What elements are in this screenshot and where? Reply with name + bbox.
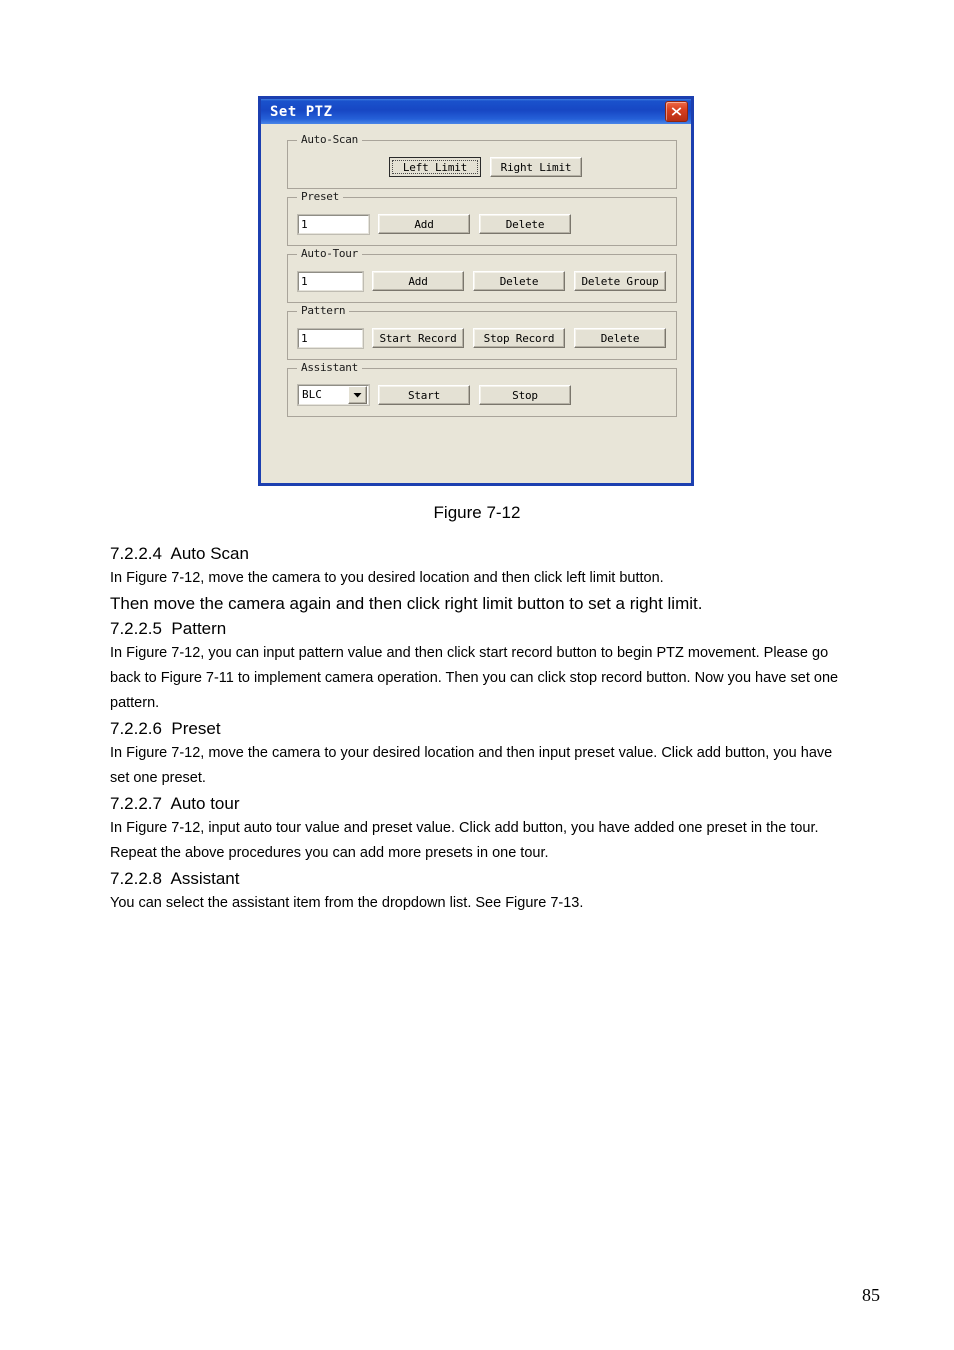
section-pattern: 7.2.2.5 Pattern In Figure 7-12, you can …	[110, 616, 840, 716]
preset-controls: 1 Add Delete	[297, 213, 666, 235]
section-preset: 7.2.2.6 Preset In Figure 7-12, move the …	[110, 716, 840, 791]
preset-value-input[interactable]: 1	[297, 213, 370, 235]
section-paragraph: You can select the assistant item from t…	[110, 895, 584, 911]
auto-scan-controls: Left Limit Right Limit	[298, 157, 666, 177]
preset-delete-button[interactable]: Delete	[479, 214, 571, 234]
assistant-dropdown-value: BLC	[302, 388, 322, 401]
section-paragraph: Repeat the above procedures you can add …	[110, 845, 549, 861]
section-heading: 7.2.2.4 Auto Scan	[110, 544, 249, 563]
assistant-start-button[interactable]: Start	[378, 385, 470, 405]
preset-add-button[interactable]: Add	[378, 214, 470, 234]
group-label-auto-scan: Auto-Scan	[297, 133, 362, 146]
group-preset: Preset 1 Add Delete	[287, 190, 677, 246]
assistant-dropdown[interactable]: BLC	[297, 384, 370, 406]
close-button[interactable]	[665, 101, 688, 122]
dialog-titlebar[interactable]: Set PTZ	[261, 99, 691, 124]
figure-caption: Figure 7-12	[433, 503, 521, 522]
group-label-preset: Preset	[297, 190, 343, 203]
section-heading: 7.2.2.5 Pattern	[110, 619, 227, 638]
auto-tour-value-input[interactable]: 1	[297, 270, 364, 292]
left-limit-button[interactable]: Left Limit	[389, 157, 481, 177]
group-pattern: Pattern 1 Start Record Stop Record Delet…	[287, 304, 677, 360]
assistant-stop-button[interactable]: Stop	[479, 385, 571, 405]
chevron-down-icon	[353, 393, 362, 398]
group-label-assistant: Assistant	[297, 361, 362, 374]
section-assistant: 7.2.2.8 Assistant You can select the ass…	[110, 866, 840, 916]
group-assistant: Assistant BLC Start Stop	[287, 361, 677, 417]
section-heading: 7.2.2.8 Assistant	[110, 869, 240, 888]
dialog-frame: Set PTZ Auto-Scan Left Limit Right Limit…	[258, 96, 694, 486]
group-label-pattern: Pattern	[297, 304, 350, 317]
group-auto-tour: Auto-Tour 1 Add Delete Delete Group	[287, 247, 677, 303]
auto-tour-controls: 1 Add Delete Delete Group	[297, 270, 666, 292]
dialog-body: Auto-Scan Left Limit Right Limit Preset …	[261, 124, 691, 435]
section-heading: 7.2.2.7 Auto tour	[110, 794, 240, 813]
group-label-auto-tour: Auto-Tour	[297, 247, 362, 260]
assistant-dropdown-arrow[interactable]	[348, 386, 367, 404]
section-paragraph: In Figure 7-12, move the camera to you d…	[110, 570, 664, 586]
page-number: 85	[862, 1285, 880, 1305]
section-paragraph: In Figure 7-12, input auto tour value an…	[110, 820, 819, 836]
pattern-stop-record-button[interactable]: Stop Record	[473, 328, 565, 348]
right-limit-button[interactable]: Right Limit	[490, 157, 582, 177]
pattern-delete-button[interactable]: Delete	[574, 328, 666, 348]
dialog-title: Set PTZ	[270, 103, 333, 120]
section-paragraph: In Figure 7-12, move the camera to your …	[110, 745, 833, 786]
set-ptz-dialog: Set PTZ Auto-Scan Left Limit Right Limit…	[258, 96, 694, 486]
section-auto-scan: 7.2.2.4 Auto Scan In Figure 7-12, move t…	[110, 541, 840, 616]
section-paragraph: Then move the camera again and then clic…	[110, 594, 703, 613]
assistant-controls: BLC Start Stop	[297, 384, 666, 406]
close-icon	[671, 107, 682, 116]
document-body: 7.2.2.4 Auto Scan In Figure 7-12, move t…	[110, 541, 840, 916]
section-paragraph: In Figure 7-12, you can input pattern va…	[110, 645, 839, 711]
auto-tour-add-button[interactable]: Add	[372, 271, 464, 291]
pattern-start-record-button[interactable]: Start Record	[372, 328, 464, 348]
group-auto-scan: Auto-Scan Left Limit Right Limit	[287, 133, 677, 189]
pattern-value-input[interactable]: 1	[297, 327, 364, 349]
section-heading: 7.2.2.6 Preset	[110, 719, 221, 738]
section-auto-tour: 7.2.2.7 Auto tour In Figure 7-12, input …	[110, 791, 840, 866]
auto-tour-delete-group-button[interactable]: Delete Group	[574, 271, 666, 291]
pattern-controls: 1 Start Record Stop Record Delete	[297, 327, 666, 349]
auto-tour-delete-button[interactable]: Delete	[473, 271, 565, 291]
